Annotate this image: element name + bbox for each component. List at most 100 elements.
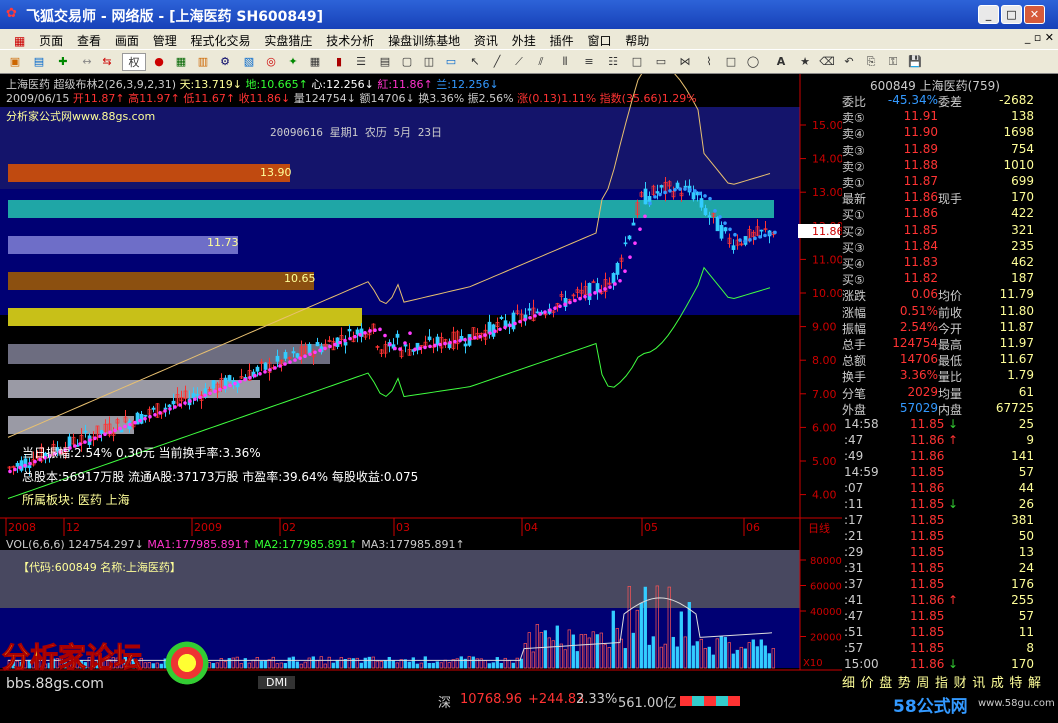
channel-icon[interactable]: ⫽	[532, 53, 550, 71]
tick-price: 11.85	[910, 497, 945, 511]
tick-row: :07 11.86 44	[842, 481, 1042, 497]
undo-icon[interactable]: ↶	[840, 53, 858, 71]
copy-icon[interactable]: ⎘	[862, 53, 880, 71]
quote-tab[interactable]: 价	[861, 672, 874, 691]
price-chart[interactable]: 13.90 11.73 10.65 20090616 星期1 农历 5月 23日…	[0, 74, 842, 690]
eraser-icon[interactable]: ⌫	[818, 53, 836, 71]
circle-icon[interactable]: ●	[150, 53, 168, 71]
table-icon[interactable]: ▦	[306, 53, 324, 71]
chart-icon[interactable]: ▥	[194, 53, 212, 71]
volume-bar	[595, 634, 599, 669]
doc-icon[interactable]: ▭	[442, 53, 460, 71]
quote-row: 卖② 11.88 1010	[842, 158, 1042, 174]
rect-icon[interactable]: □	[628, 53, 646, 71]
window-icon[interactable]: ▢	[398, 53, 416, 71]
box-icon[interactable]: ▭	[652, 53, 670, 71]
line-draw-icon[interactable]: ╱	[488, 53, 506, 71]
quote-label: 外盘	[842, 402, 867, 417]
tab-dmi[interactable]: DMI	[258, 676, 296, 689]
tick-price: 11.86	[910, 449, 945, 463]
candle-body	[315, 342, 320, 347]
volume-bar	[511, 662, 515, 669]
target-icon[interactable]: ◎	[262, 53, 280, 71]
tick-row: :49 11.86 141	[842, 449, 1042, 465]
gann-icon[interactable]: ⋈	[676, 53, 694, 71]
quote-tab[interactable]: 讯	[972, 672, 985, 691]
quote-tab[interactable]: 财	[954, 672, 967, 691]
ellipse-icon[interactable]: ◯	[744, 53, 762, 71]
quote-value: 0.51%	[899, 303, 938, 318]
tick-price: 11.85	[910, 625, 945, 639]
quote-tab[interactable]: 势	[898, 672, 911, 691]
quote-tab[interactable]: 解	[1028, 672, 1041, 691]
vlines-icon[interactable]: ⦀	[556, 53, 574, 71]
mid-dot	[223, 385, 227, 390]
layout-icon[interactable]: ▧	[240, 53, 258, 71]
mid-dot	[503, 325, 507, 330]
price-tick-label: 9.00	[812, 321, 837, 334]
quote-tab[interactable]: 细	[842, 672, 855, 691]
zone-bar-yellow	[8, 308, 362, 326]
candle-body	[195, 394, 200, 396]
square-icon[interactable]: □	[722, 53, 740, 71]
rights-select[interactable]: 权	[122, 53, 146, 71]
lines-icon[interactable]: ☰	[352, 53, 370, 71]
mid-dot	[473, 335, 477, 340]
quote-tab[interactable]: 盘	[879, 672, 892, 691]
pointer-icon[interactable]: ↖	[466, 53, 484, 71]
quote-row: 卖⑤ 11.91 138	[842, 109, 1042, 125]
save-icon[interactable]: 💾	[906, 53, 924, 71]
close-button[interactable]: ✕	[1024, 5, 1045, 24]
cycle-icon[interactable]: ⌇	[700, 53, 718, 71]
quote-tab[interactable]: 特	[1009, 672, 1022, 691]
mid-dot	[633, 241, 637, 245]
vol-ma1: MA1:177985.891↑	[147, 538, 251, 551]
minimize-button[interactable]: _	[978, 5, 999, 24]
mid-dot	[193, 397, 197, 401]
mid-dot	[533, 314, 537, 318]
mid-dot	[603, 287, 607, 291]
mid-dot	[328, 344, 332, 349]
menu-app-icon[interactable]: ▦	[0, 31, 30, 51]
volume-bar	[491, 662, 495, 669]
move-icon[interactable]: ↔	[78, 53, 96, 71]
tick-row: :21 11.85 50	[842, 529, 1042, 545]
volume-bar	[623, 648, 627, 669]
lock-icon[interactable]: ⚿	[884, 53, 902, 71]
swap-icon[interactable]: ⇆	[98, 53, 116, 71]
quote-value-2: 754	[1011, 141, 1034, 156]
market-label: 深	[438, 696, 452, 711]
fib-icon[interactable]: ☷	[604, 53, 622, 71]
settings-icon[interactable]: ⚙	[216, 53, 234, 71]
candle-body	[291, 351, 296, 354]
text-icon[interactable]: A	[772, 53, 790, 71]
mark-icon[interactable]: ★	[796, 53, 814, 71]
zoom-icon[interactable]: ✚	[54, 53, 72, 71]
zone-label-2: 11.73	[207, 236, 239, 249]
mid-dot	[593, 291, 597, 295]
open-icon[interactable]: ▣	[6, 53, 24, 71]
grid2-icon[interactable]: ▤	[376, 53, 394, 71]
rsi-icon[interactable]: ▤	[30, 53, 48, 71]
quote-row: 买③ 11.84 235	[842, 239, 1042, 255]
maximize-button[interactable]: □	[1001, 5, 1022, 24]
star-icon[interactable]: ✦	[284, 53, 302, 71]
quote-tab[interactable]: 周	[916, 672, 929, 691]
mdi-controls[interactable]: _ ▫ ✕	[1025, 31, 1054, 44]
vol-tick-label: 60000	[810, 582, 842, 593]
grid-icon[interactable]: ▦	[172, 53, 190, 71]
tick-volume: 9	[1026, 433, 1034, 447]
mid-dot	[728, 227, 732, 232]
volume-bar	[671, 636, 675, 669]
quote-tab[interactable]: 指	[935, 672, 948, 691]
split-icon[interactable]: ◫	[420, 53, 438, 71]
ray-icon[interactable]: ⟋	[510, 53, 528, 71]
hlines-icon[interactable]: ≡	[580, 53, 598, 71]
mid-dot	[13, 467, 17, 472]
quote-tab[interactable]: 成	[991, 672, 1004, 691]
bar-icon[interactable]: ▮	[330, 53, 348, 71]
quote-value-2: 11.79	[999, 287, 1034, 302]
volume-bar	[363, 657, 367, 669]
toolbar: ▣ ▤ ✚ ↔ ⇆ 权 ● ▦ ▥ ⚙ ▧ ◎ ✦ ▦ ▮ ☰ ▤ ▢ ◫ ▭ …	[0, 49, 1058, 74]
volume-bar	[359, 662, 363, 669]
